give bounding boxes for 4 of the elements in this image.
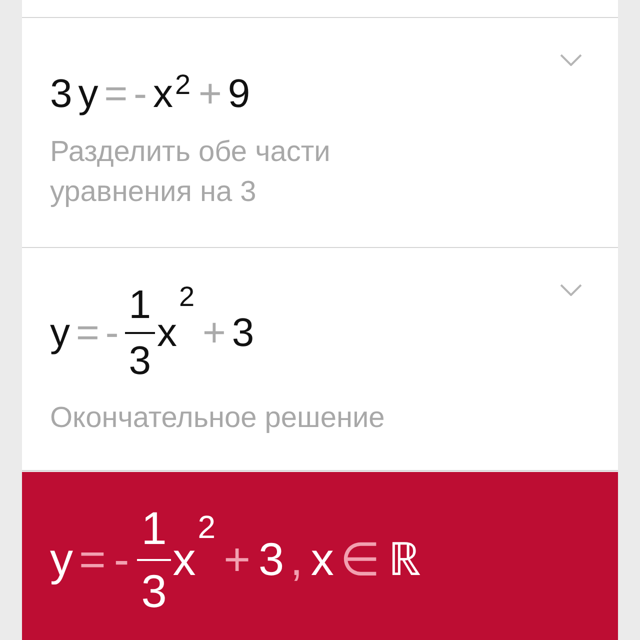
step-description: Разделить обе части уравнения на 3 [50, 135, 332, 210]
step-description: Окончательное решение [50, 401, 386, 436]
chevron-down-icon[interactable] [560, 284, 582, 296]
chevron-down-icon[interactable] [560, 54, 582, 66]
